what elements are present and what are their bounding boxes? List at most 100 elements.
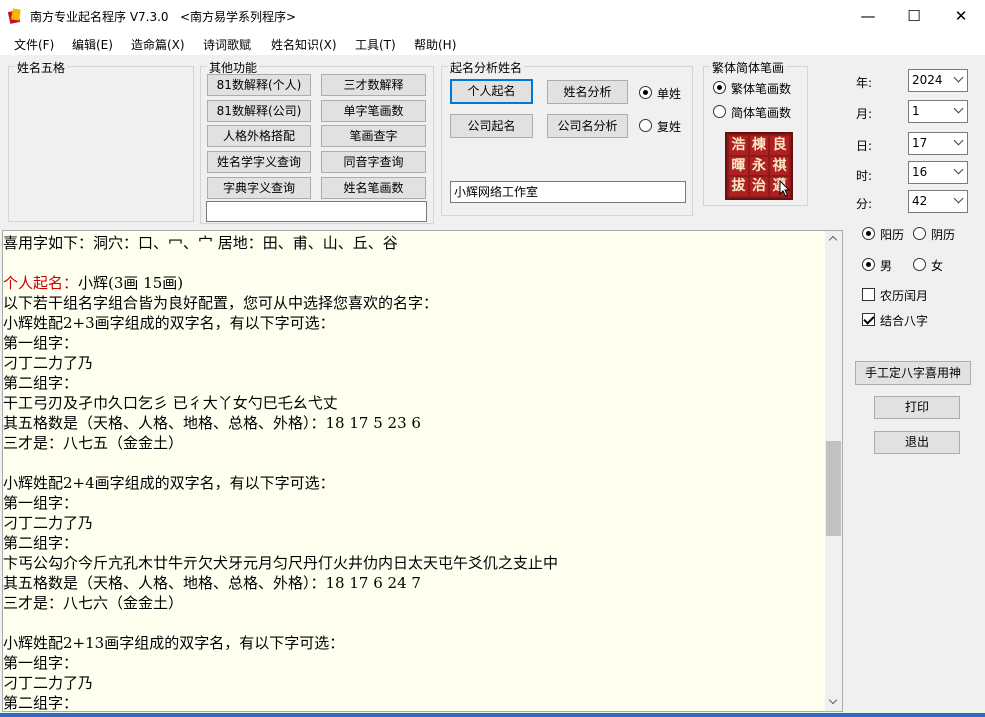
minute-select[interactable]: 42 xyxy=(908,190,968,213)
female-radio[interactable] xyxy=(913,258,926,271)
menu-edit[interactable]: 编辑(E) xyxy=(72,36,113,53)
scroll-down-icon[interactable] xyxy=(828,695,838,705)
wuge-group: 姓名五格 xyxy=(8,59,194,222)
vertical-scrollbar[interactable] xyxy=(825,231,842,711)
trad-char: 治 xyxy=(749,177,769,196)
minimize-button[interactable]: — xyxy=(845,0,891,32)
result-text-area[interactable]: 喜用字如下：洞穴：口、冖、宀 居地：田、甫、山、丘、谷 个人起名：小辉(3画 1… xyxy=(2,230,843,712)
text-line: 卞丐公勾介今斤亢孔木廿牛亓欠犬牙元月匀尺丹仃火井仂内日太天屯午爻仉之支止中 xyxy=(3,554,559,572)
text-line: 小辉姓配2+4画字组成的双字名，有以下字可选： xyxy=(3,474,335,492)
scroll-up-icon[interactable] xyxy=(828,235,838,245)
scroll-thumb[interactable] xyxy=(826,441,841,536)
exit-button[interactable]: 退出 xyxy=(874,431,960,454)
female-label: 女 xyxy=(931,259,944,273)
text-line: 个人起名：小辉(3画 15画) xyxy=(3,273,823,293)
solar-calendar-label: 阳历 xyxy=(880,228,905,242)
text-line: 第二组字： xyxy=(3,694,79,712)
result-text-content: 喜用字如下：洞穴：口、冖、宀 居地：田、甫、山、丘、谷 个人起名：小辉(3画 1… xyxy=(3,233,823,712)
personal-naming-heading: 个人起名： xyxy=(3,274,79,292)
trad-char: 祺 xyxy=(770,156,789,176)
window-title: 南方专业起名程序 V7.3.0 <南方易学系列程序> xyxy=(30,10,297,24)
company-naming-button[interactable]: 公司起名 xyxy=(450,114,533,138)
text-line: 第一组字： xyxy=(3,334,79,352)
male-label: 男 xyxy=(880,259,893,273)
app-icon xyxy=(8,8,21,24)
chevron-down-icon xyxy=(953,164,964,175)
window-bottom-border xyxy=(0,713,985,717)
other-functions-input[interactable] xyxy=(206,201,427,222)
leap-month-checkbox[interactable] xyxy=(862,288,875,301)
company-analysis-button[interactable]: 公司名分析 xyxy=(547,114,628,138)
menu-file[interactable]: 文件(F) xyxy=(14,36,54,53)
combine-bazi-checkbox[interactable] xyxy=(862,313,875,326)
trad-char: 暉 xyxy=(729,156,748,176)
menu-tools[interactable]: 工具(T) xyxy=(355,36,396,53)
combine-bazi-label: 结合八字 xyxy=(880,314,929,328)
menu-poetry[interactable]: 诗词歌赋 xyxy=(203,36,251,53)
minute-value: 42 xyxy=(912,194,928,208)
hour-select[interactable]: 16 xyxy=(908,161,968,184)
name-analysis-button[interactable]: 姓名分析 xyxy=(547,80,628,104)
close-button[interactable]: ✕ xyxy=(938,0,984,32)
day-label: 日: xyxy=(856,139,873,153)
single-surname-radio[interactable] xyxy=(639,86,652,99)
menu-destiny[interactable]: 造命篇(X) xyxy=(131,36,185,53)
text-line: 第二组字： xyxy=(3,374,79,392)
chevron-down-icon xyxy=(953,193,964,204)
sancai-button[interactable]: 三才数解释 xyxy=(321,74,426,96)
single-surname-label: 单姓 xyxy=(657,87,682,101)
text-line: 刁丁二力了乃 xyxy=(3,674,94,692)
mouse-cursor-icon xyxy=(779,180,791,197)
text-line: 喜用字如下：洞穴：口、冖、宀 居地：田、甫、山、丘、谷 xyxy=(3,234,398,252)
num81-company-button[interactable]: 81数解释(公司) xyxy=(207,100,311,122)
personal-naming-button[interactable]: 个人起名 xyxy=(450,79,533,104)
minute-label: 分: xyxy=(856,197,873,211)
text-line: 其五格数是（天格、人格、地格、总格、外格）：18 17 6 24 7 xyxy=(3,574,421,592)
name-stroke-button[interactable]: 姓名笔画数 xyxy=(321,177,426,199)
text-line: 小辉姓配2+3画字组成的双字名，有以下字可选： xyxy=(3,314,335,332)
text-line: 第一组字： xyxy=(3,654,79,672)
text-line: 第一组字： xyxy=(3,494,79,512)
wuge-group-label: 姓名五格 xyxy=(15,59,68,76)
single-stroke-button[interactable]: 单字笔画数 xyxy=(321,100,426,122)
double-surname-radio[interactable] xyxy=(639,119,652,132)
stroke-lookup-button[interactable]: 笔画查字 xyxy=(321,125,426,147)
hour-label: 时: xyxy=(856,169,873,183)
renge-waige-button[interactable]: 人格外格搭配 xyxy=(207,125,311,147)
day-select[interactable]: 17 xyxy=(908,132,968,155)
print-button[interactable]: 打印 xyxy=(874,396,960,419)
month-value: 1 xyxy=(912,104,920,118)
simplified-stroke-radio[interactable] xyxy=(713,105,726,118)
male-radio[interactable] xyxy=(862,258,875,271)
lunar-calendar-label: 阴历 xyxy=(931,228,956,242)
trad-char: 浩 xyxy=(729,136,748,155)
num81-personal-button[interactable]: 81数解释(个人) xyxy=(207,74,311,96)
year-value: 2024 xyxy=(912,73,943,87)
leap-month-label: 农历闰月 xyxy=(880,289,929,303)
trad-char: 良 xyxy=(770,136,789,155)
name-meaning-button[interactable]: 姓名学字义查询 xyxy=(207,151,311,173)
analysis-group-label: 起名分析姓名 xyxy=(448,59,525,76)
year-select[interactable]: 2024 xyxy=(908,69,968,92)
menu-help[interactable]: 帮助(H) xyxy=(414,36,456,53)
studio-input[interactable]: 小辉网络工作室 xyxy=(450,181,686,203)
chevron-down-icon xyxy=(953,135,964,146)
text-line xyxy=(3,253,823,273)
homophone-button[interactable]: 同音字查询 xyxy=(321,151,426,173)
menu-name-knowledge[interactable]: 姓名知识(X) xyxy=(271,36,337,53)
solar-calendar-radio[interactable] xyxy=(862,227,875,240)
text-line: 三才是：八七五（金金土） xyxy=(3,434,184,452)
title-bar: 南方专业起名程序 V7.3.0 <南方易学系列程序> — ☐ ✕ xyxy=(0,0,985,32)
lunar-calendar-radio[interactable] xyxy=(913,227,926,240)
text-line: 刁丁二力了乃 xyxy=(3,514,94,532)
maximize-button[interactable]: ☐ xyxy=(891,0,937,32)
month-select[interactable]: 1 xyxy=(908,100,968,123)
chevron-down-icon xyxy=(953,72,964,83)
stroke-mode-group-label: 繁体简体笔画 xyxy=(710,59,787,76)
dictionary-button[interactable]: 字典字义查询 xyxy=(207,177,311,199)
set-bazi-button[interactable]: 手工定八字喜用神 xyxy=(855,361,971,385)
text-line: 以下若干组名字组合皆为良好配置，您可从中选择您喜欢的名字： xyxy=(3,294,439,312)
text-line: 三才是：八七六（金金土） xyxy=(3,594,184,612)
traditional-stroke-radio[interactable] xyxy=(713,81,726,94)
day-value: 17 xyxy=(912,136,928,150)
